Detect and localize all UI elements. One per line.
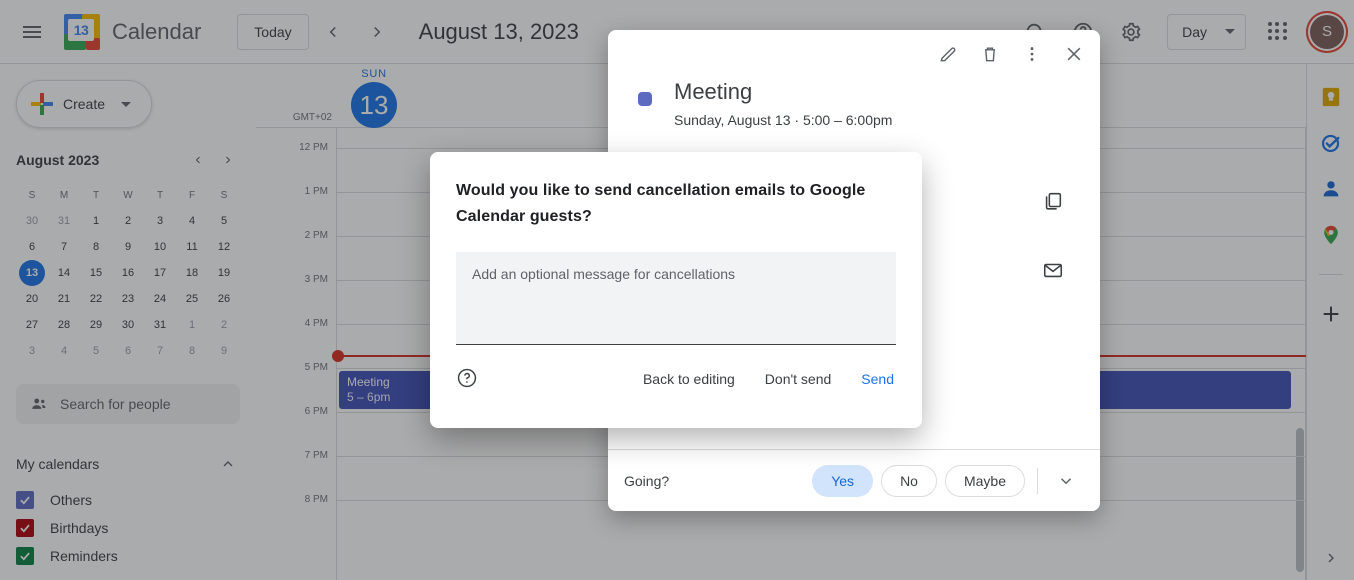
help-circle-icon[interactable] <box>456 367 480 391</box>
email-icon[interactable] <box>1042 259 1064 286</box>
rsvp-button-maybe[interactable]: Maybe <box>944 464 1025 497</box>
dialog-button-don-t-send[interactable]: Don't send <box>763 365 834 393</box>
event-popup-header: Meeting Sunday, August 13 · 5:00 – 6:00p… <box>608 78 1100 128</box>
close-icon[interactable] <box>1054 34 1094 74</box>
event-color-dot <box>638 92 652 106</box>
event-popup-title: Meeting <box>674 79 753 104</box>
rsvp-divider <box>1037 467 1038 494</box>
event-popup-actions <box>608 30 1100 78</box>
dialog-button-back-to-editing[interactable]: Back to editing <box>641 365 737 393</box>
chevron-down-icon[interactable] <box>1050 465 1082 497</box>
cancellation-message-placeholder: Add an optional message for cancellation… <box>472 266 736 282</box>
event-popup-rsvp-footer: Going? Yes No Maybe <box>608 449 1100 511</box>
dialog-title: Would you like to send cancellation emai… <box>456 182 866 225</box>
event-popup-side-icons <box>1042 190 1064 328</box>
dialog-actions: Back to editing Don't send Send <box>456 365 896 393</box>
going-label: Going? <box>624 472 670 489</box>
cancellation-message-input[interactable]: Add an optional message for cancellation… <box>456 252 896 345</box>
event-popup-datetime: Sunday, August 13 · 5:00 – 6:00pm <box>674 112 893 128</box>
rsvp-button-no[interactable]: No <box>881 464 937 497</box>
more-options-icon[interactable] <box>1012 34 1052 74</box>
google-calendar-app: 13 Calendar Today August 13, 2023 Day S … <box>0 0 1354 580</box>
send-cancellation-dialog: Would you like to send cancellation emai… <box>430 152 922 428</box>
rsvp-button-yes[interactable]: Yes <box>812 464 874 497</box>
pencil-icon[interactable] <box>928 34 968 74</box>
rsvp-buttons: Yes No Maybe <box>812 464 1082 497</box>
trash-icon[interactable] <box>970 34 1010 74</box>
copy-icon[interactable] <box>1042 190 1064 217</box>
dialog-button-send[interactable]: Send <box>859 365 896 393</box>
dialog-buttons: Back to editing Don't send Send <box>641 365 896 393</box>
